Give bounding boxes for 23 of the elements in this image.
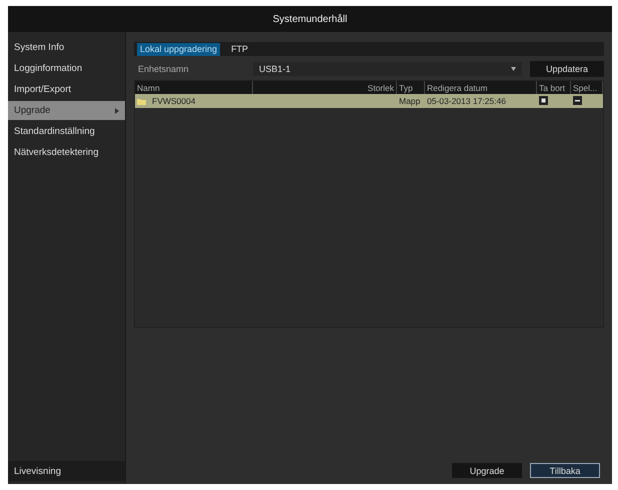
table-cell-text: Mapp <box>398 96 422 106</box>
sidebar-item[interactable]: Upgrade <box>8 101 125 120</box>
tab[interactable]: Lokal uppgradering <box>137 42 220 56</box>
sidebar-item[interactable]: Standardinställning <box>8 122 125 141</box>
table-cell-text: 05-03-2013 17:25:46 <box>426 96 507 106</box>
refresh-button[interactable]: Uppdatera <box>530 61 604 77</box>
delete-icon[interactable] <box>539 96 548 104</box>
device-label: Enhetsnamn <box>138 64 190 74</box>
action-button[interactable]: Tillbaka <box>530 463 600 478</box>
sidebar-item[interactable]: Logginformation <box>8 59 125 78</box>
sidebar-item[interactable]: Import/Export <box>8 80 125 99</box>
tab[interactable]: FTP <box>228 42 252 56</box>
window-title: Systemunderhåll <box>272 14 348 24</box>
caret-icon <box>511 67 516 71</box>
device-dropdown[interactable]: USB1-1 <box>253 62 522 76</box>
folder-icon <box>137 98 146 104</box>
live-view-button[interactable]: Livevisning <box>8 461 125 481</box>
sidebar-item[interactable]: Nätverksdetektering <box>8 143 125 162</box>
action-button[interactable]: Upgrade <box>452 463 522 478</box>
file-row[interactable]: FVWS0004 Mapp 05-03-2013 17:25:46 <box>135 94 603 108</box>
arrow-icon <box>115 108 119 114</box>
sidebar-item[interactable]: System Info <box>8 38 125 57</box>
table-cell-text: FVWS0004 <box>151 96 196 106</box>
